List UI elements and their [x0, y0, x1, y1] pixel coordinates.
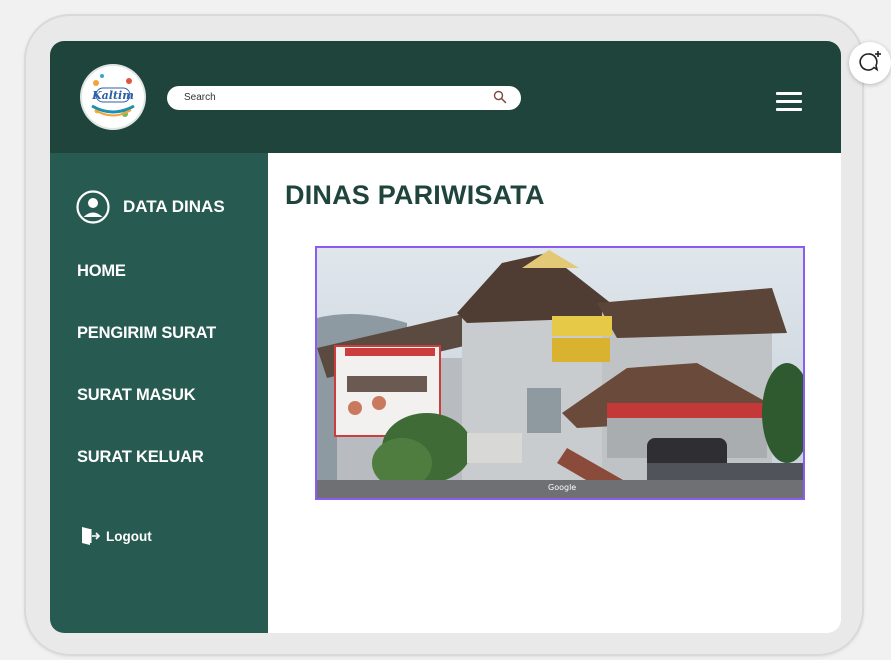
app-screen: Kaltim Search DATA DINAS HOME PENGIRIM S…: [50, 41, 841, 633]
sidebar-item-surat-keluar[interactable]: SURAT KELUAR: [77, 448, 204, 467]
chat-add-button[interactable]: [849, 42, 891, 84]
office-building-photo: Google: [315, 246, 805, 500]
sidebar-item-pengirim-surat[interactable]: PENGIRIM SURAT: [77, 324, 216, 343]
user-circle-icon: [76, 190, 110, 224]
page-title: DINAS PARIWISATA: [285, 180, 545, 210]
search-bar[interactable]: Search: [167, 86, 521, 110]
header-bar: Kaltim Search: [50, 41, 841, 153]
sidebar: DATA DINAS HOME PENGIRIM SURAT SURAT MAS…: [50, 153, 268, 633]
search-input[interactable]: Search: [184, 91, 216, 105]
sidebar-item-home[interactable]: HOME: [77, 262, 126, 281]
sidebar-item-surat-masuk[interactable]: SURAT MASUK: [77, 386, 196, 405]
kaltim-logo[interactable]: Kaltim: [82, 66, 144, 128]
chat-add-icon: [859, 51, 881, 72]
hamburger-menu-icon[interactable]: [776, 92, 802, 112]
logout-label: Logout: [106, 529, 152, 544]
sidebar-title: DATA DINAS: [123, 197, 225, 216]
photo-watermark: Google: [548, 483, 576, 492]
logout-door-icon: [82, 527, 101, 545]
search-icon[interactable]: [493, 90, 507, 104]
logo-wordmark: Kaltim: [91, 89, 134, 102]
